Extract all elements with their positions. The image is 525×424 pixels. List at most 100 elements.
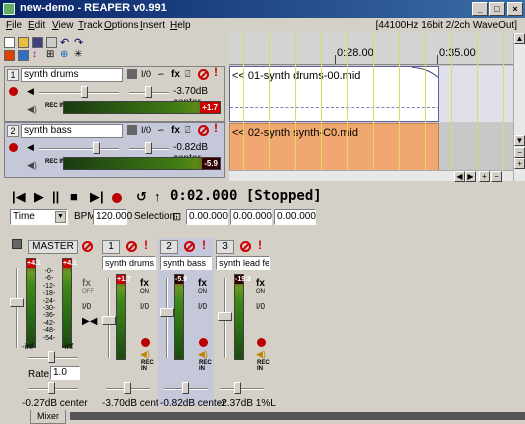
time-mode-select[interactable]: Time ▼	[10, 209, 68, 225]
crossfade-icon[interactable]: ✳	[74, 49, 82, 60]
strip-pan-track[interactable]	[220, 388, 264, 390]
repeat-icon[interactable]: ↺	[136, 189, 147, 205]
scroll-down-button[interactable]: ▼	[514, 135, 525, 146]
undo-icon[interactable]: ↶	[60, 36, 69, 49]
folder-icon[interactable]	[127, 125, 137, 135]
menu-edit[interactable]: Edit	[28, 20, 45, 31]
solo-icon[interactable]: !	[144, 238, 148, 252]
strip-name-field[interactable]: synth bass	[160, 256, 212, 270]
mixer-scrollbar[interactable]	[70, 412, 525, 420]
save-project-icon[interactable]	[32, 37, 43, 48]
strip-pan-thumb[interactable]	[182, 382, 189, 394]
record-arm-button[interactable]	[257, 338, 266, 347]
selection-lock-icon[interactable]: ⊡	[172, 210, 181, 223]
fx-button[interactable]: fx	[171, 125, 180, 136]
fx-button[interactable]: fx	[256, 278, 265, 289]
solo-icon[interactable]: !	[202, 238, 206, 252]
media-item-drums[interactable]: << 01-synth drums-00.mid	[229, 66, 439, 122]
io-button[interactable]: I/0	[82, 302, 91, 311]
menu-track[interactable]: Track	[78, 20, 103, 31]
mute-icon[interactable]	[82, 241, 93, 252]
mono-icon[interactable]: ▶◀	[82, 316, 97, 327]
io-button[interactable]: I/0	[198, 302, 207, 311]
envelope-icon[interactable]: ∽	[157, 69, 165, 80]
track-panel-2[interactable]: 2 synth bass I/0 ∽ fx ⍁ ! ◀ -0.82dB cent…	[4, 122, 225, 178]
metronome-icon[interactable]	[4, 50, 15, 61]
track-name-field[interactable]: synth drums	[21, 68, 123, 82]
maximize-button[interactable]: □	[489, 2, 505, 16]
bpm-field[interactable]: 120.000	[93, 209, 132, 225]
fx-button[interactable]: fx	[171, 69, 180, 80]
record-button[interactable]	[112, 193, 122, 203]
record-arm-button[interactable]	[199, 338, 208, 347]
project-settings-icon[interactable]	[46, 37, 57, 48]
fx-button[interactable]: fx	[198, 278, 207, 289]
mute-icon[interactable]	[240, 241, 251, 252]
scroll-right-button[interactable]: ▶	[465, 171, 476, 182]
chevron-down-icon[interactable]: ▼	[55, 211, 66, 223]
solo-icon[interactable]: !	[214, 122, 218, 134]
record-arm-button[interactable]	[141, 338, 150, 347]
forward-icon[interactable]: ▶|	[90, 189, 104, 205]
scroll-up-button[interactable]: ▲	[514, 33, 525, 44]
fx-button[interactable]: fx	[140, 278, 149, 289]
io-button[interactable]: I/0	[256, 302, 265, 311]
mute-icon[interactable]	[126, 241, 137, 252]
mute-icon[interactable]	[198, 69, 209, 80]
pause-icon[interactable]: ||	[52, 189, 59, 204]
monitor-icon[interactable]: ◀)	[256, 349, 266, 360]
master-pan-thumb[interactable]	[48, 351, 55, 363]
record-arm-button[interactable]	[9, 87, 18, 96]
phase-icon[interactable]: ⍁	[185, 69, 190, 80]
timeline-ruler[interactable]: 0:28.00 0:35.00	[229, 33, 513, 65]
rate-slider-thumb[interactable]	[48, 382, 55, 394]
pan-slider-thumb[interactable]	[145, 86, 152, 98]
selection-start-field[interactable]: 0.00.000	[186, 209, 228, 225]
mixer-tab[interactable]: Mixer	[30, 410, 66, 424]
master-fader-thumb[interactable]	[10, 298, 24, 307]
lock-icon[interactable]: ⊕	[60, 49, 68, 60]
selection-length-field[interactable]: 0.00.000	[274, 209, 316, 225]
snap-icon[interactable]	[18, 50, 29, 61]
menu-file[interactable]: File	[6, 20, 22, 31]
zoom-in-vertical-button[interactable]: +	[514, 158, 525, 169]
title-bar[interactable]: new-demo - REAPER v0.991 _ □ ×	[0, 0, 525, 18]
zoom-in-horizontal-button[interactable]: +	[479, 171, 490, 182]
horizontal-scrollbar[interactable]: ◀ ▶ + −	[229, 170, 513, 182]
grid-icon[interactable]: ⊞	[46, 49, 54, 60]
track-panel-1[interactable]: 1 synth drums I/0 ∽ fx ⍁ ! ◀ -3.70dB cen…	[4, 66, 225, 122]
solo-icon[interactable]: !	[214, 66, 218, 78]
close-button[interactable]: ×	[507, 2, 523, 16]
volume-slider-thumb[interactable]	[81, 86, 88, 98]
volume-slider-track[interactable]	[39, 92, 119, 94]
zoom-out-vertical-button[interactable]: −	[514, 147, 525, 158]
menu-insert[interactable]: Insert	[140, 20, 165, 31]
io-button[interactable]: I/0	[141, 125, 151, 136]
folder-icon[interactable]	[127, 69, 137, 79]
volume-slider-thumb[interactable]	[93, 142, 100, 154]
menu-view[interactable]: View	[52, 20, 74, 31]
redo-icon[interactable]: ↷	[74, 36, 83, 49]
strip-fader-thumb[interactable]	[102, 316, 116, 325]
strip-fader-track[interactable]	[166, 278, 168, 358]
io-button[interactable]: I/0	[141, 69, 151, 80]
strip-name-field[interactable]: synth lead fee	[216, 256, 270, 270]
new-project-icon[interactable]	[4, 37, 15, 48]
open-project-icon[interactable]	[18, 37, 29, 48]
monitor-icon[interactable]: ◀)	[140, 349, 150, 360]
menu-help[interactable]: Help	[170, 20, 191, 31]
monitor-icon[interactable]: ◀)	[27, 160, 37, 171]
fx-button[interactable]: fx	[82, 278, 91, 289]
monitor-icon[interactable]: ◀)	[27, 104, 37, 115]
rate-field[interactable]: 1.0	[50, 366, 80, 380]
selection-end-field[interactable]: 0.00.000	[230, 209, 272, 225]
scroll-left-button[interactable]: ◀	[454, 171, 465, 182]
metronome-toggle-icon[interactable]: ↑	[154, 189, 161, 204]
monitor-icon[interactable]: ◀)	[198, 349, 208, 360]
strip-fader-thumb[interactable]	[218, 312, 232, 321]
vertical-scrollbar[interactable]: ▲ ▼ − +	[513, 33, 525, 181]
envelope-icon[interactable]: ∽	[157, 125, 165, 136]
phase-icon[interactable]: ⍁	[185, 125, 190, 136]
strip-name-field[interactable]: synth drums	[102, 256, 156, 270]
rewind-icon[interactable]: |◀	[12, 189, 26, 205]
